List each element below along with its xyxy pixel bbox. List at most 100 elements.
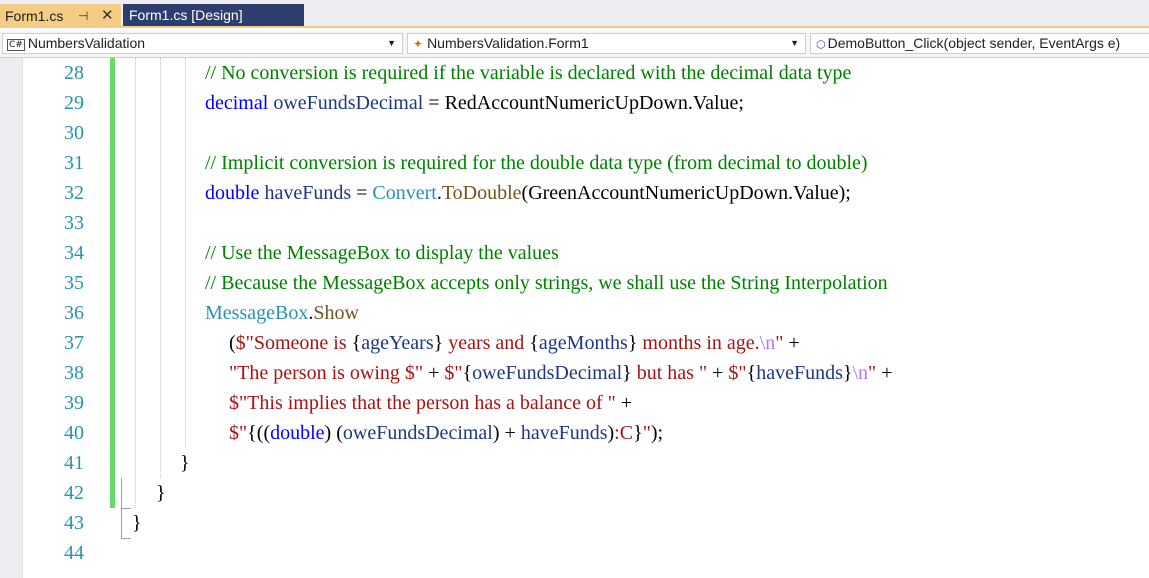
- member-dropdown[interactable]: ⬡ DemoButton_Click(object sender, EventAr…: [810, 33, 1149, 54]
- code-text: +: [423, 362, 445, 384]
- keyword: double: [205, 182, 260, 204]
- outline-collapse-marker: [121, 508, 131, 539]
- string-literal: "The person is owing $": [229, 362, 424, 384]
- indent-guide: [160, 58, 161, 478]
- document-tab-bar: Form1.cs ⊣ ✕ Form1.cs [Design]: [0, 0, 1149, 28]
- code-editor[interactable]: 28 // No conversion is required if the v…: [0, 58, 1149, 578]
- outline-collapse-marker: [121, 478, 131, 509]
- code-text: ((: [256, 422, 271, 444]
- chevron-down-icon: ▼: [790, 38, 799, 48]
- code-text: =: [351, 182, 373, 204]
- line-number: 29: [64, 92, 84, 114]
- string-literal: but has ": [631, 362, 708, 384]
- code-text: }: [627, 332, 638, 354]
- string-literal: years and: [443, 332, 530, 354]
- project-dropdown[interactable]: C# NumbersValidation ▼: [2, 33, 403, 54]
- variable: oweFundsDecimal: [472, 362, 623, 384]
- variable: haveFunds: [756, 362, 843, 384]
- code-text: }: [622, 362, 632, 384]
- line-number: 28: [64, 62, 84, 84]
- member-label: DemoButton_Click(object sender, EventArg…: [827, 35, 1121, 51]
- format-specifier: C: [619, 422, 634, 444]
- line-number: 39: [64, 392, 84, 414]
- tab-form1-cs[interactable]: Form1.cs ⊣ ✕: [0, 4, 121, 28]
- code-line: ($"Someone is {ageYears} years and {ageM…: [229, 328, 800, 358]
- keyword: double: [270, 422, 325, 444]
- variable: ageYears: [361, 332, 434, 354]
- code-text: {: [351, 332, 362, 354]
- code-line: "The person is owing $" + $"{oweFundsDec…: [229, 358, 893, 388]
- string-literal: $": [444, 362, 463, 384]
- line-number: 33: [64, 212, 84, 234]
- glyph-margin: [0, 58, 23, 578]
- string-literal: $"This implies that the person has a bal…: [229, 392, 616, 414]
- line-number: 32: [64, 182, 84, 204]
- code-text: (: [336, 422, 343, 444]
- variable: haveFunds: [259, 182, 352, 204]
- line-number: 44: [64, 542, 84, 564]
- line-number: 38: [64, 362, 84, 384]
- navigation-bar: C# NumbersValidation ▼ ✦ NumbersValidation…: [0, 31, 1149, 58]
- method-name: ToDouble: [441, 182, 522, 204]
- code-text: = RedAccountNumericUpDown.Value;: [423, 92, 744, 114]
- code-line: decimal oweFundsDecimal = RedAccountNume…: [205, 88, 744, 118]
- tab-label: Form1.cs [Design]: [129, 7, 243, 23]
- code-line: // No conversion is required if the vari…: [205, 62, 852, 84]
- variable: oweFundsDecimal: [268, 92, 424, 114]
- class-dropdown[interactable]: ✦ NumbersValidation.Form1 ▼: [407, 33, 806, 54]
- code-line: $"This implies that the person has a bal…: [229, 388, 632, 418]
- class-label: NumbersValidation.Form1: [427, 35, 589, 51]
- chevron-down-icon: ▼: [387, 38, 396, 48]
- string-literal: months in age.: [637, 332, 760, 354]
- code-text: +: [876, 362, 893, 384]
- type-name: MessageBox: [205, 302, 309, 324]
- code-text: }: [633, 422, 643, 444]
- class-icon: ✦: [413, 37, 424, 51]
- code-text: +: [499, 422, 521, 444]
- tab-form1-design[interactable]: Form1.cs [Design]: [123, 4, 304, 26]
- escape-sequence: \n: [852, 362, 869, 384]
- line-number: 42: [64, 482, 84, 504]
- project-label: NumbersValidation: [27, 35, 146, 51]
- variable: ageMonths: [538, 332, 628, 354]
- code-text: (GreenAccountNumericUpDown.Value);: [521, 182, 851, 204]
- code-text: +: [783, 332, 800, 354]
- method-name: Show: [313, 302, 359, 324]
- change-tracking-bar: [110, 58, 115, 508]
- code-text: {: [462, 362, 473, 384]
- code-line: // Implicit conversion is required for t…: [205, 152, 868, 174]
- string-literal: ": [868, 362, 877, 384]
- code-text: +: [707, 362, 729, 384]
- type-name: Convert: [372, 182, 437, 204]
- indent-guide: [185, 58, 186, 448]
- code-line: $"{((double) (oweFundsDecimal) + haveFun…: [229, 418, 663, 448]
- line-number: 41: [64, 452, 84, 474]
- pin-icon[interactable]: ⊣: [78, 4, 88, 28]
- line-number: 31: [64, 152, 84, 174]
- line-number: 36: [64, 302, 84, 324]
- line-number: 37: [64, 332, 84, 354]
- indent-guide: [135, 58, 136, 508]
- code-text: +: [615, 392, 633, 414]
- code-text: {: [247, 422, 257, 444]
- close-icon[interactable]: ✕: [101, 4, 114, 28]
- tab-label: Form1.cs: [5, 8, 64, 24]
- code-line: // Because the MessageBox accepts only s…: [205, 272, 888, 294]
- string-literal: ": [642, 422, 651, 444]
- escape-sequence: \n: [759, 332, 776, 354]
- code-line: }: [156, 482, 166, 504]
- csharp-project-icon: C#: [7, 39, 25, 51]
- code-text: {: [529, 332, 539, 354]
- string-literal: $": [229, 422, 248, 444]
- method-icon: ⬡: [816, 39, 826, 51]
- variable: oweFundsDecimal: [342, 422, 493, 444]
- code-line: MessageBox.Show: [205, 298, 359, 328]
- keyword: decimal: [205, 92, 269, 114]
- code-text: );: [650, 422, 664, 444]
- code-text: (: [229, 332, 236, 354]
- tab-underline: [0, 26, 1149, 28]
- code-text: {: [746, 362, 757, 384]
- string-literal: $"Someone is: [235, 332, 352, 354]
- code-line: }: [180, 452, 190, 474]
- line-number: 40: [64, 422, 84, 444]
